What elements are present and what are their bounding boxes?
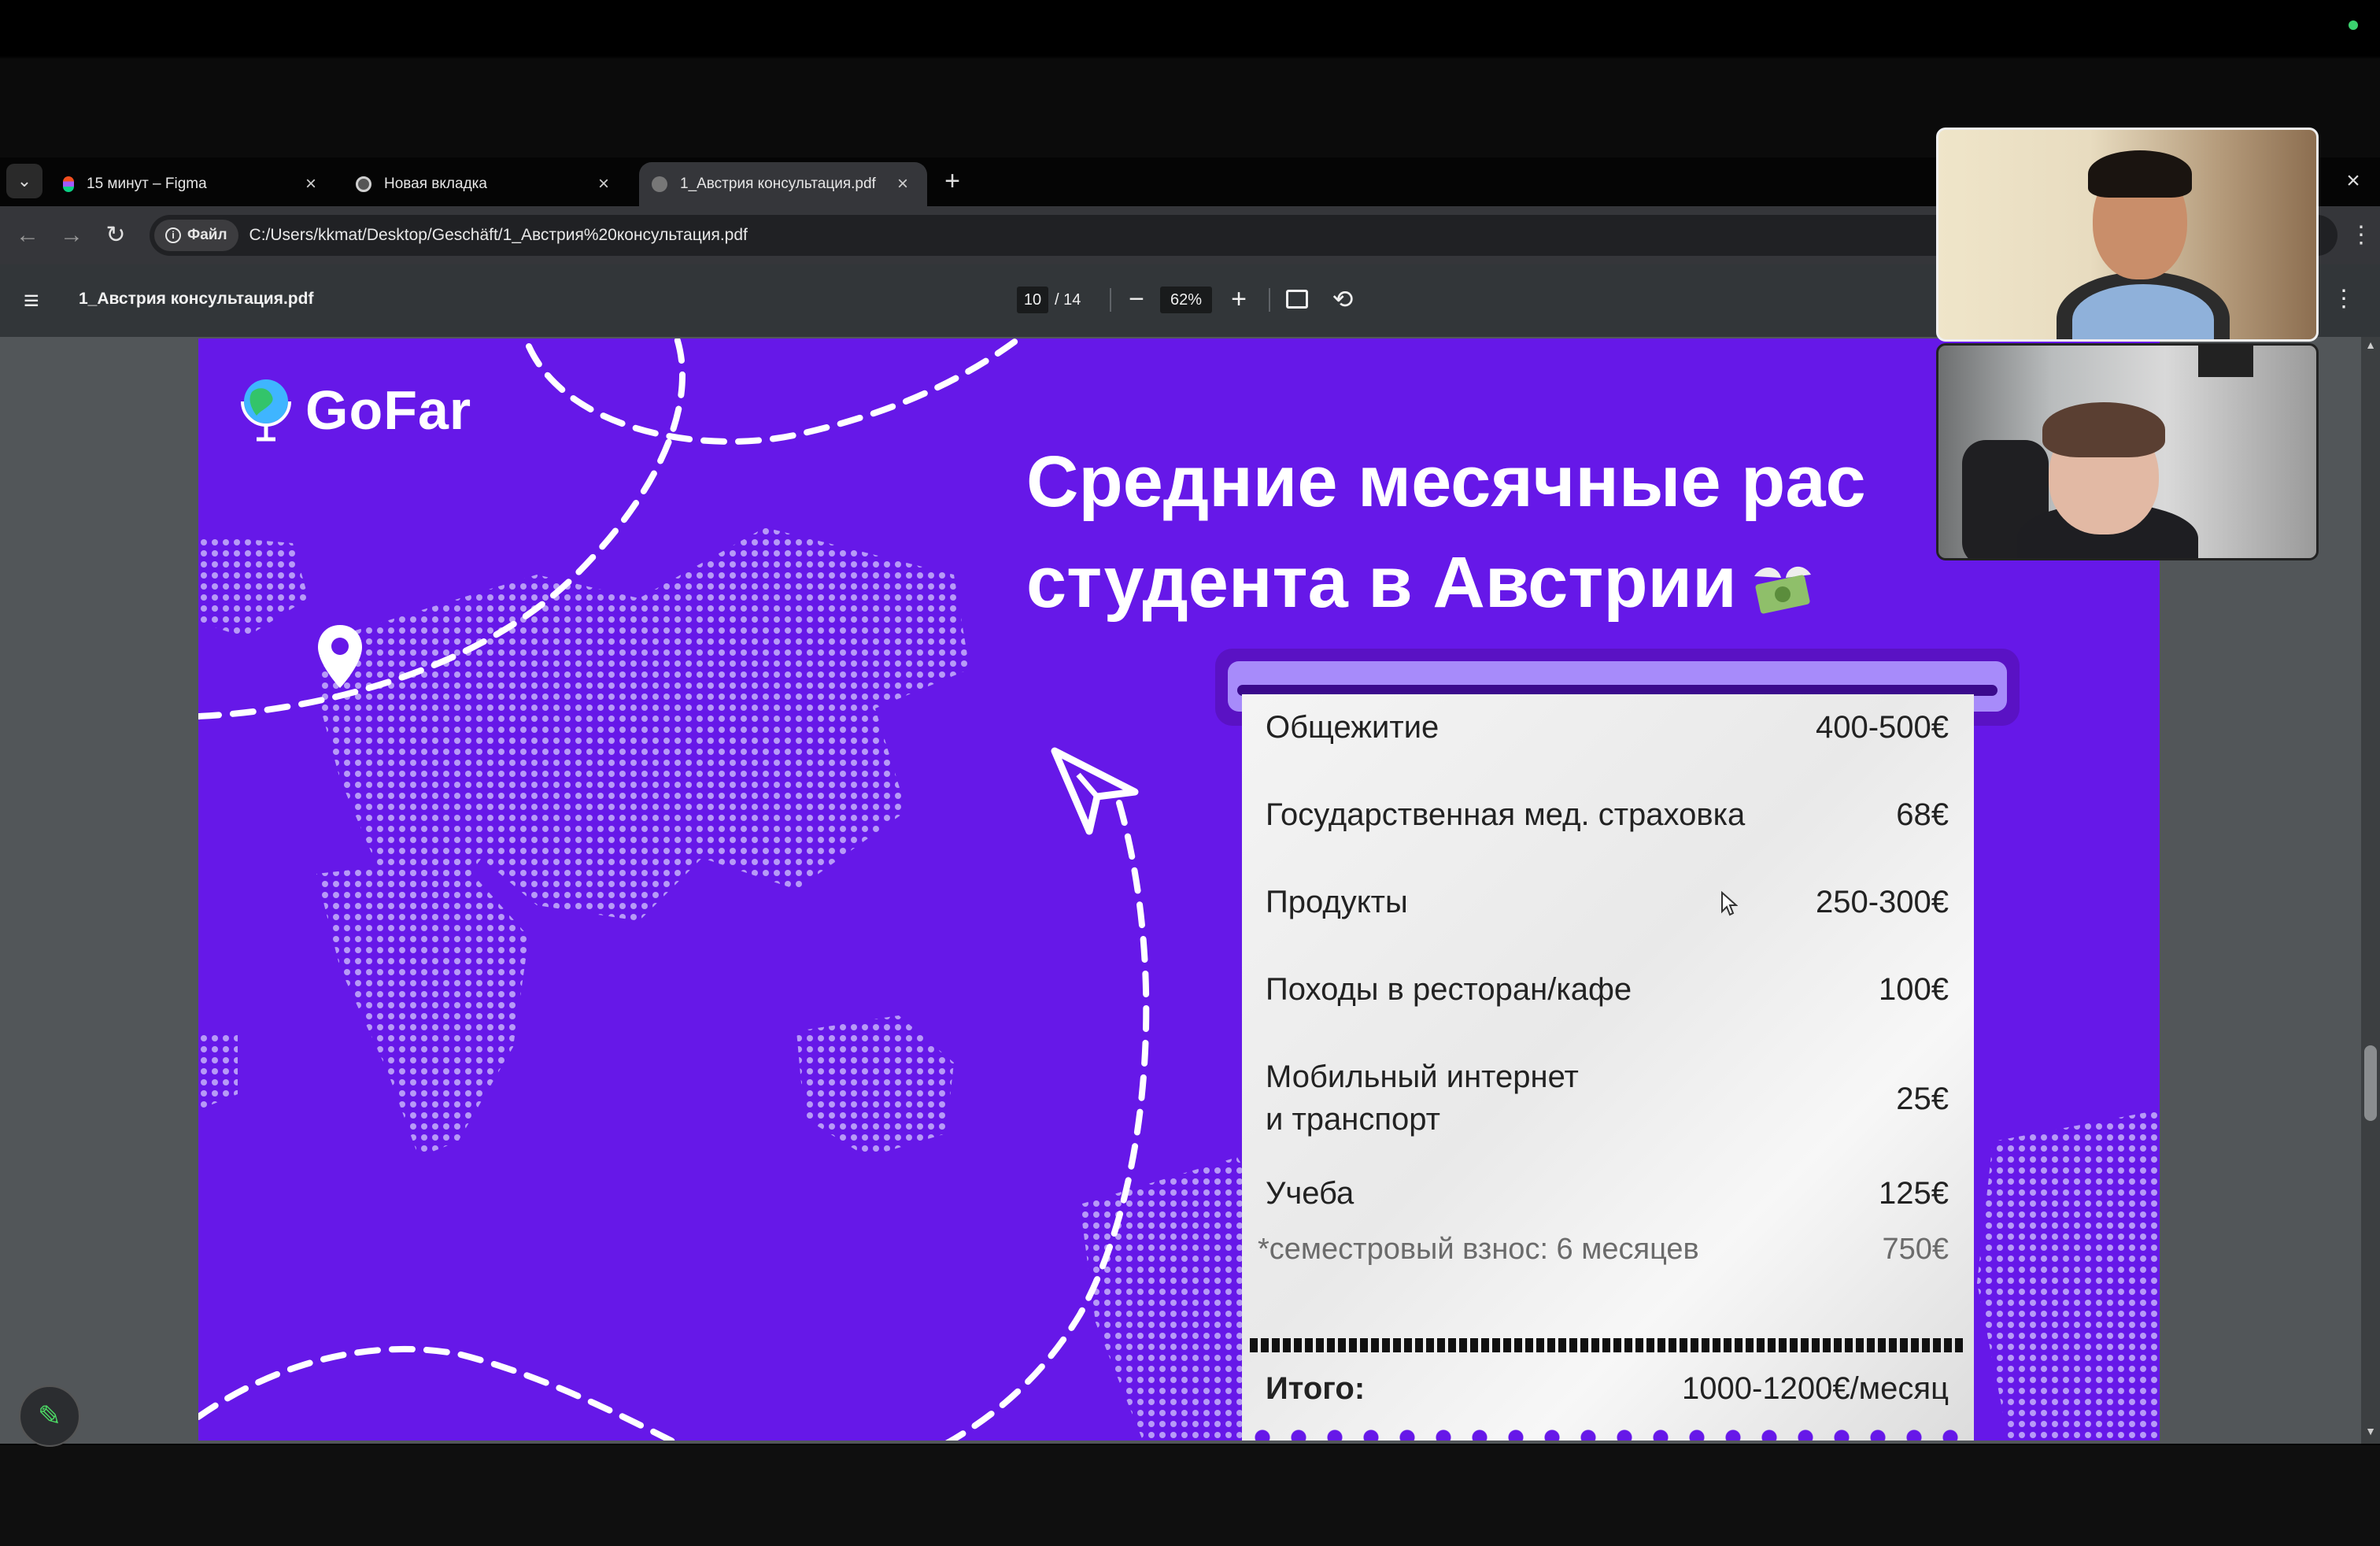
tab-pdf-active[interactable]: 1_Австрия консультация.pdf × (639, 162, 927, 206)
row-value: 400-500€ (1815, 710, 1949, 745)
note-label: *семестровый взнос: 6 месяцев (1258, 1233, 1699, 1266)
scrollbar-thumb[interactable] (2364, 1045, 2377, 1121)
forward-icon[interactable]: → (55, 219, 88, 252)
url-text[interactable]: C:/Users/kkmat/Desktop/Geschäft/1_Австри… (249, 226, 748, 245)
toolbar-divider (1269, 288, 1270, 312)
tab-title: 15 минут – Figma (87, 176, 207, 192)
more-icon[interactable]: ⋮ (2345, 219, 2377, 252)
row-label: Продукты (1266, 885, 1408, 919)
site-info-chip[interactable]: i Файл (154, 220, 238, 251)
chevron-down-icon: ⌄ (17, 171, 32, 190)
row-value: 125€ (1879, 1176, 1949, 1211)
close-icon[interactable]: × (592, 173, 615, 195)
toolbar-divider (1110, 288, 1111, 312)
tab-list-button[interactable]: ⌄ (6, 164, 42, 198)
pdf-slide: GoFar Средние месячные рас студента в Ав… (198, 338, 2160, 1441)
gofar-logo: GoFar (238, 375, 471, 446)
tab-title: Новая вкладка (384, 176, 487, 192)
row-value: 25€ (1896, 1082, 1949, 1116)
total-label: Итого: (1266, 1371, 1366, 1406)
row-value: 68€ (1896, 797, 1949, 832)
logo-text: GoFar (305, 379, 472, 441)
pdf-title: 1_Австрия консультация.pdf (79, 290, 314, 308)
row-value: 250-300€ (1815, 885, 1949, 919)
new-tab-button[interactable]: + (937, 165, 968, 197)
participant-hair (2088, 150, 2192, 198)
wall-poster (2198, 346, 2253, 377)
file-chip-label: Файл (187, 227, 227, 243)
page-total: / 14 (1055, 291, 1081, 309)
pencil-icon[interactable]: ✎ (19, 1385, 80, 1447)
note-value: 750€ (1882, 1233, 1949, 1266)
participant-video-tile[interactable] (1936, 343, 2319, 560)
page-number-input[interactable]: 10 (1017, 287, 1048, 313)
reload-icon[interactable]: ↻ (99, 219, 132, 252)
paper-plane-icon (1051, 747, 1139, 835)
figma-icon (63, 176, 74, 192)
globe-icon (241, 379, 291, 442)
tab-title: 1_Австрия консультация.pdf (680, 176, 876, 192)
tab-figma[interactable]: 15 минут – Figma × (50, 162, 335, 206)
fit-page-icon[interactable] (1286, 290, 1308, 309)
row-label: Государственная мед. страховка (1266, 797, 1746, 832)
row-label-line-2: и транспорт (1266, 1102, 1440, 1137)
row-label-line-1: Мобильный интернет (1266, 1060, 1579, 1094)
zoom-in-icon[interactable]: + (1223, 283, 1255, 315)
receipt-row: Мобильный интернет и транспорт 25€ (1242, 1060, 1974, 1146)
top-black-band (0, 0, 2380, 57)
receipt-perforation (1255, 1426, 1963, 1441)
info-icon: i (165, 227, 181, 243)
participant-video-tile[interactable] (1936, 128, 2319, 342)
tab-new-tab[interactable]: Новая вкладка × (343, 162, 628, 206)
row-label: Общежитие (1266, 710, 1439, 745)
zoom-level-input[interactable]: 62% (1160, 287, 1212, 313)
title-line-2-text: студента в Австрии (1026, 542, 1737, 623)
live-indicator-dot (2349, 20, 2358, 30)
location-pin-icon (318, 625, 362, 688)
back-icon[interactable]: ← (11, 219, 44, 252)
mouse-cursor-icon (1721, 891, 1738, 916)
chrome-icon (356, 176, 371, 192)
close-icon[interactable]: × (299, 173, 323, 195)
money-wings-icon (1754, 566, 1811, 614)
window-close-button[interactable]: × (2338, 165, 2369, 197)
scroll-down-arrow[interactable]: ▼ (2364, 1425, 2377, 1441)
scroll-up-arrow[interactable]: ▲ (2364, 338, 2377, 354)
scrollbar[interactable] (2361, 337, 2380, 1444)
expense-receipt: Общежитие 400-500€ Государственная мед. … (1242, 694, 1974, 1441)
meeting-bottom-band (0, 1445, 2380, 1546)
participant-hair (2042, 402, 2165, 457)
menu-icon[interactable]: ≡ (24, 287, 55, 314)
zoom-out-icon[interactable]: − (1121, 283, 1152, 315)
row-label: Учеба (1266, 1176, 1354, 1211)
row-label: Походы в ресторан/кафе (1266, 972, 1632, 1007)
more-icon[interactable]: ⋮ (2328, 283, 2360, 315)
total-value: 1000-1200€/месяц (1682, 1371, 1949, 1406)
rotate-icon[interactable]: ⟲ (1327, 283, 1358, 315)
receipt-divider (1250, 1338, 1966, 1352)
globe-icon (652, 176, 667, 192)
close-icon[interactable]: × (891, 173, 915, 195)
row-value: 100€ (1879, 972, 1949, 1007)
